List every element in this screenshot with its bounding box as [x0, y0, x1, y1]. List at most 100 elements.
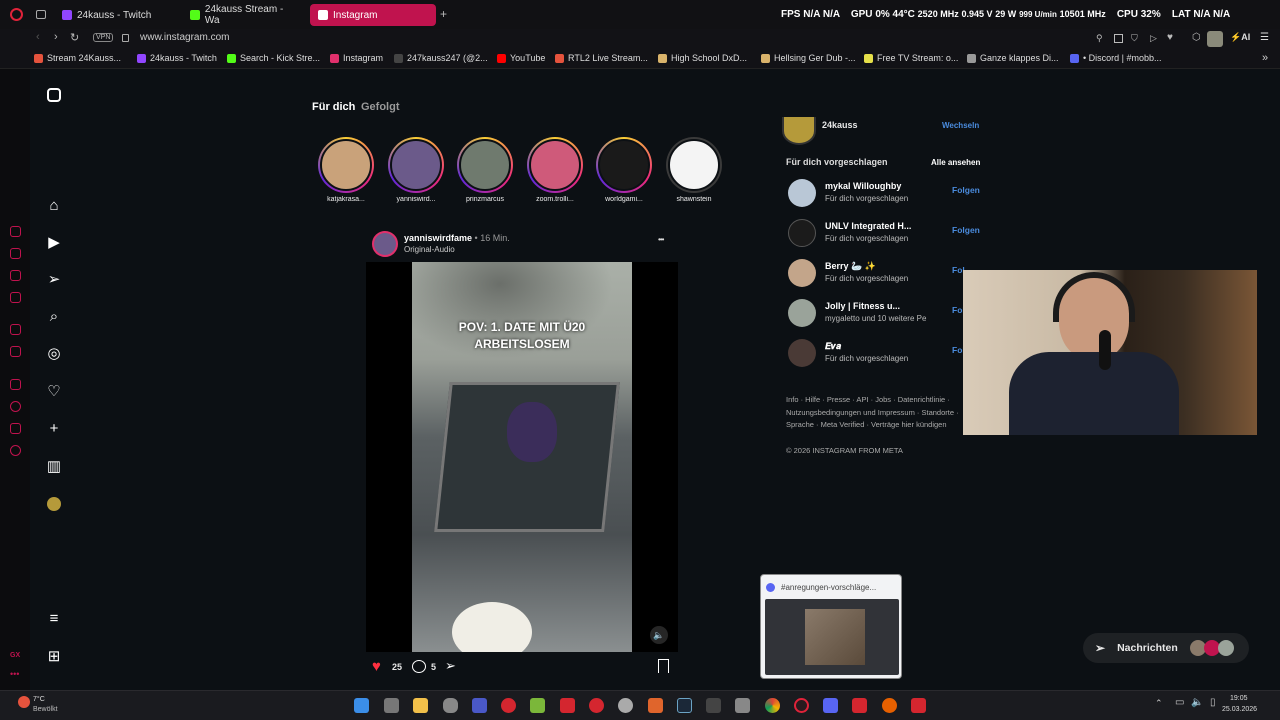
app-icon[interactable] — [706, 698, 721, 713]
chrome-icon[interactable] — [765, 698, 780, 713]
lock-icon[interactable] — [122, 34, 129, 42]
tab-twitch[interactable]: 24kauss - Twitch — [54, 4, 180, 26]
suggestion-avatar[interactable] — [788, 299, 816, 327]
story-item[interactable]: prinzmarcus — [455, 137, 515, 203]
bookmark-item[interactable]: Ganze klappes Di... — [967, 53, 1059, 63]
extensions-icon[interactable] — [10, 423, 21, 434]
battery-icon[interactable]: ▯ — [1210, 697, 1216, 708]
pin-icon[interactable]: ⚲ — [1096, 33, 1103, 44]
story-item[interactable]: shawnstein — [664, 137, 724, 203]
workspaces-icon[interactable] — [36, 10, 46, 19]
app-icon[interactable] — [852, 698, 867, 713]
settings-icon[interactable] — [10, 445, 21, 456]
aria-icon[interactable] — [10, 226, 21, 237]
more-icon[interactable]: ••• — [10, 669, 19, 679]
bookmark-item[interactable]: Stream 24Kauss... — [34, 53, 121, 63]
firefox-icon[interactable] — [882, 698, 897, 713]
mouse-app-icon[interactable] — [443, 698, 458, 713]
history-icon[interactable] — [10, 401, 21, 412]
menu-icon[interactable]: ☰ — [1260, 32, 1269, 43]
forward-icon[interactable]: › — [54, 31, 58, 43]
switch-account-link[interactable]: Wechseln — [942, 121, 979, 130]
instagram-logo-icon[interactable] — [47, 88, 61, 102]
account-avatar[interactable] — [782, 117, 816, 145]
suggestion-name[interactable]: UNLV Integrated H... — [825, 221, 911, 231]
weather-icon[interactable] — [18, 696, 30, 708]
suggestion-avatar[interactable] — [788, 179, 816, 207]
new-tab-button[interactable]: + — [440, 7, 447, 21]
extension-icon[interactable] — [10, 270, 21, 281]
post-audio[interactable]: Original-Audio — [404, 245, 455, 254]
follow-button[interactable]: Folgen — [952, 185, 980, 195]
share-icon[interactable]: ➢ — [445, 658, 456, 674]
notifications-heart-icon[interactable]: ♡ — [46, 384, 62, 400]
bookmark-item[interactable]: • Discord | #mobb... — [1070, 53, 1162, 63]
like-heart-icon[interactable]: ♥ — [372, 659, 381, 675]
footer-line[interactable]: Info · Hilfe · Presse · API · Jobs · Dat… — [786, 394, 959, 407]
tab-instagram[interactable]: Instagram — [310, 4, 436, 26]
player-icon[interactable] — [10, 379, 21, 390]
vivaldi-icon[interactable] — [472, 698, 487, 713]
post-video[interactable]: POV: 1. DATE MIT Ü20 ARBEITSLOSEM 🔈 — [366, 262, 678, 652]
bookmark-item[interactable]: 24kauss - Twitch — [137, 53, 217, 63]
messages-button[interactable]: ➢ Nachrichten — [1083, 633, 1249, 663]
calculator-icon[interactable] — [384, 698, 399, 713]
reels-icon[interactable]: ▶ — [46, 235, 62, 251]
post-more-options[interactable]: ••• — [658, 235, 664, 244]
footer-line[interactable]: Sprache · Meta Verified · Verträge hier … — [786, 419, 959, 432]
bookmark-item[interactable]: 247kauss247 (@2... — [394, 53, 488, 63]
opera-logo-icon[interactable] — [10, 8, 23, 21]
save-bookmark-icon[interactable] — [658, 659, 669, 673]
follow-button[interactable]: Folgen — [952, 225, 980, 235]
app-icon[interactable] — [618, 698, 633, 713]
play-icon[interactable]: ▷ — [1150, 33, 1157, 44]
bookmark-item[interactable]: Instagram — [330, 53, 383, 63]
see-all-link[interactable]: Alle ansehen — [931, 158, 980, 167]
post-author-name[interactable]: yanniswirdfame — [404, 233, 472, 243]
extension-icon[interactable] — [10, 248, 21, 259]
tab-following[interactable]: Gefolgt — [361, 101, 400, 113]
bookmark-item[interactable]: High School DxD... — [658, 53, 747, 63]
vpn-badge[interactable]: VPN — [93, 33, 114, 42]
threads-icon[interactable]: ⊞ — [46, 649, 62, 665]
create-icon[interactable]: + — [46, 421, 62, 437]
account-username[interactable]: 24kauss — [822, 120, 858, 130]
suggestion-avatar[interactable] — [788, 259, 816, 287]
clock-time[interactable]: 19:05 — [1230, 695, 1248, 702]
network-icon[interactable]: ▭ — [1175, 697, 1184, 708]
back-icon[interactable]: ‹ — [36, 31, 40, 43]
url-field[interactable]: www.instagram.com — [140, 32, 229, 43]
story-item[interactable]: yanniswird... — [386, 137, 446, 203]
windows-start-icon[interactable] — [354, 698, 369, 713]
app-icon[interactable] — [648, 698, 663, 713]
app-icon[interactable] — [911, 698, 926, 713]
gx-icon[interactable]: GX — [10, 652, 20, 659]
story-item[interactable]: katjakrasa... — [316, 137, 376, 203]
app-icon[interactable] — [501, 698, 516, 713]
app-icon[interactable] — [530, 698, 545, 713]
twitch-sidebar-icon[interactable] — [10, 324, 21, 335]
file-explorer-icon[interactable] — [413, 698, 428, 713]
bookmarks-overflow-icon[interactable]: » — [1262, 52, 1268, 64]
suggestion-name[interactable]: Berry 🦢 ✨ — [825, 261, 876, 272]
app-icon[interactable] — [735, 698, 750, 713]
profile-avatar[interactable] — [47, 497, 61, 511]
youtube-sidebar-icon[interactable] — [10, 346, 21, 357]
messages-icon[interactable]: ➢ — [46, 272, 62, 288]
extension-icon[interactable] — [10, 292, 21, 303]
shield-icon[interactable]: ⛉ — [1131, 33, 1138, 44]
suggestion-avatar[interactable] — [788, 219, 816, 247]
discord-icon[interactable] — [823, 698, 838, 713]
tab-kick[interactable]: 24kauss Stream - Wa — [182, 4, 308, 26]
suggestion-name[interactable]: 𝑬𝒗𝒂 — [825, 341, 841, 352]
app-icon[interactable] — [589, 698, 604, 713]
ai-icon[interactable]: ⚡AI — [1230, 32, 1250, 43]
story-item[interactable]: worldgami... — [594, 137, 654, 203]
reload-icon[interactable]: ↻ — [70, 31, 79, 44]
steam-icon[interactable] — [677, 698, 692, 713]
bookmark-item[interactable]: Search - Kick Stre... — [227, 53, 320, 63]
volume-icon[interactable]: 🔈 — [1191, 697, 1203, 708]
discord-preview-popup[interactable]: #anregungen-vorschläge... — [760, 574, 902, 679]
tray-chevron-icon[interactable]: ⌃ — [1155, 698, 1163, 709]
suggestion-name[interactable]: Jolly | Fitness u... — [825, 301, 900, 311]
